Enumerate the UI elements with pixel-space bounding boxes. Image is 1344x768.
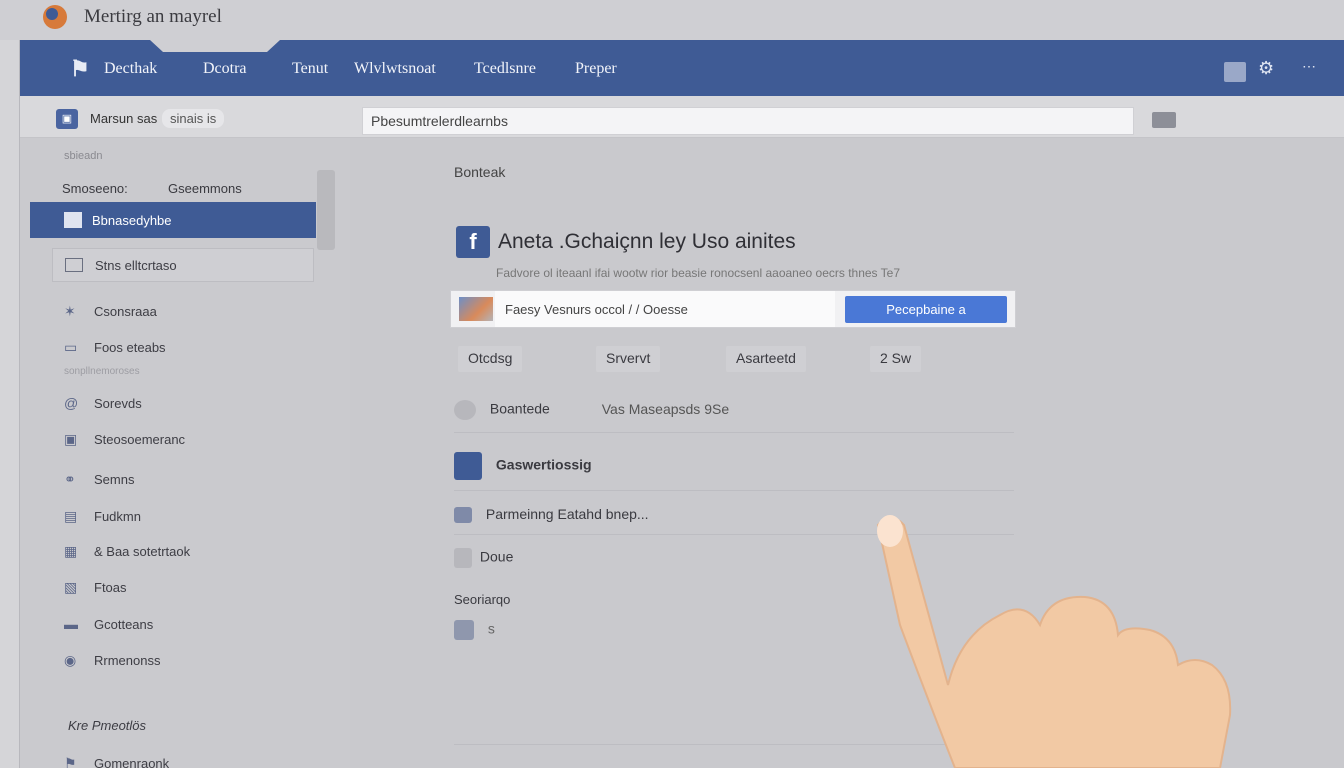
sub-toolbar: ▣ Marsun sas sinais is — [20, 96, 1344, 138]
sidebar: sbieadn Smoseeno: Gseemmons Bbnasedyhbe … — [20, 138, 350, 768]
sidebar-item-label: Stns elltcrtaso — [95, 258, 177, 273]
search-bar: Pecepbaine a — [450, 290, 1016, 328]
notifications-icon[interactable] — [1224, 62, 1246, 82]
list-item-label: Parmeinng Eatahd bnep... — [485, 506, 649, 522]
sidebar-item-5[interactable]: ▤ Fudkmn — [64, 505, 324, 529]
sidebar-item-label: Fudkmn — [94, 509, 141, 524]
breadcrumb[interactable]: Bonteak — [454, 164, 505, 180]
list-item-label: Doue — [479, 548, 514, 565]
list-item-0[interactable]: Boantede Vas Maseapsds 9Se — [454, 400, 729, 420]
nav-item-3[interactable]: Wlvlwtsnoat — [354, 60, 436, 78]
section-label: Seoriarqo — [454, 592, 511, 607]
list-icon: ▭ — [64, 339, 78, 355]
link-icon: ⚭ — [64, 471, 76, 487]
list-item-label: s — [487, 620, 495, 637]
sidebar-item-boxed[interactable]: Stns elltcrtaso — [52, 248, 314, 282]
sidebar-item-0[interactable]: ✶ Csonsraaa — [64, 300, 324, 324]
profile-label[interactable]: Marsun sas — [90, 111, 157, 126]
list-item-3[interactable]: Doue — [454, 548, 513, 568]
list-item-label: Gaswertiossig — [495, 456, 592, 473]
sidebar-separator: sonpllnemoroses — [64, 366, 140, 377]
globe-icon: ◉ — [64, 652, 77, 668]
list-item-2[interactable]: Parmeinng Eatahd bnep... — [454, 506, 649, 524]
page-title: Aneta .Gchaiçnn ley Uso ainites — [498, 230, 796, 253]
sidebar-item-active[interactable]: Bbnasedyhbe — [30, 202, 316, 238]
nav-item-2[interactable]: Tenut — [292, 60, 328, 78]
sidebar-item-label: Gomenraonk — [94, 756, 170, 768]
user-icon — [454, 400, 476, 420]
window-icon — [65, 258, 83, 272]
filter-pill-3[interactable]: 2 Sw — [870, 346, 922, 372]
sidebar-item-9[interactable]: ◉ Rrmenonss — [64, 649, 324, 673]
sidebar-item-8[interactable]: ▬ Gcotteans — [64, 613, 324, 637]
sidebar-item-6[interactable]: ▦ & Baa sotetrtaok — [64, 540, 324, 564]
sidebar-item-label: Gcotteans — [94, 617, 154, 632]
sidebar-item-label: Rrmenonss — [94, 653, 161, 668]
sidebar-item-label: Csonsraaa — [94, 304, 157, 319]
address-input[interactable] — [362, 107, 1134, 135]
sidebar-item-4[interactable]: ⚭ Semns — [64, 468, 324, 492]
sidebar-item-label: Sorevds — [94, 396, 142, 411]
sidebar-item-label: Ftoas — [94, 580, 127, 595]
list-item-1[interactable]: Gaswertiossig — [454, 452, 592, 480]
sidebar-item-label: Foos eteabs — [94, 340, 166, 355]
sidebar-item-3[interactable]: ▣ Steosoemeranc — [64, 428, 324, 452]
group-icon — [454, 452, 482, 480]
sidebar-footer-item[interactable]: ⚑ Gomenraonk — [64, 752, 324, 768]
grid-icon: ▦ — [64, 543, 78, 559]
sidebar-item-1[interactable]: ▭ Foos eteabs — [64, 336, 324, 360]
list-item-extra: Vas Maseapsds 9Se — [601, 400, 730, 417]
sidebar-footer-label: Kre Pmeotlös — [68, 718, 147, 733]
left-window-edge — [0, 40, 20, 768]
filter-pill-1[interactable]: Srvervt — [596, 346, 661, 372]
nav-item-1[interactable]: Dcotra — [203, 60, 247, 78]
page-description: Fadvore ol iteaanl ifai wootw rior beasi… — [496, 266, 901, 280]
search-input[interactable] — [495, 291, 835, 327]
photo-icon — [454, 620, 474, 640]
flag-icon: ⚑ — [64, 755, 77, 768]
nav-logo-icon[interactable]: ⚑ — [70, 56, 90, 82]
profile-icon[interactable]: ▣ — [56, 109, 78, 129]
image-icon: ▤ — [64, 508, 78, 524]
screen-icon[interactable] — [1152, 112, 1176, 128]
sidebar-item-label: Steosoemeranc — [94, 432, 186, 447]
nav-item-4[interactable]: Tcedlsnre — [474, 60, 536, 78]
app-logo-icon — [43, 5, 67, 29]
more-icon[interactable]: ⋯ — [1302, 58, 1316, 75]
filter-pill-2[interactable]: Asarteetd — [726, 346, 806, 372]
sidebar-header-right[interactable]: Gseemmons — [168, 181, 242, 196]
nav-item-0[interactable]: Decthak — [104, 60, 157, 78]
window-title: Mertirg an mayrel — [84, 6, 222, 27]
thumbnail-icon — [459, 297, 493, 321]
sidebar-item-label: Bbnasedyhbe — [92, 213, 172, 228]
sidebar-header-left[interactable]: Smoseeno: — [62, 181, 128, 196]
settings-icon[interactable]: ⚙ — [1258, 58, 1274, 79]
nav-item-5[interactable]: Preper — [575, 60, 617, 78]
at-icon: @ — [64, 395, 79, 411]
sidebar-scrollbar[interactable] — [317, 170, 335, 250]
filter-pill-0[interactable]: Otcdsg — [458, 346, 523, 372]
sidebar-item-label: & Baa sotetrtaok — [94, 544, 191, 559]
list-item-label: Boantede — [489, 400, 550, 417]
sidebar-item-2[interactable]: @ Sorevds — [64, 392, 324, 416]
sidebar-item-7[interactable]: ▧ Ftoas — [64, 576, 324, 600]
card-icon: ▬ — [64, 616, 78, 632]
page-icon — [64, 212, 82, 228]
profile-badge: sinais is — [162, 109, 225, 128]
divider — [454, 432, 1014, 433]
document-icon — [454, 548, 472, 568]
sidebar-caption: sbieadn — [64, 150, 103, 162]
list-item-4[interactable]: s — [454, 620, 495, 640]
divider — [454, 490, 1014, 491]
facebook-icon: f — [456, 226, 490, 258]
tab-notch — [150, 40, 280, 52]
star-icon: ✶ — [64, 303, 76, 319]
window-titlebar: Mertirg an mayrel — [0, 0, 1344, 40]
photo-icon: ▧ — [64, 579, 78, 595]
image-icon — [454, 507, 472, 524]
pointing-hand-icon — [876, 515, 1232, 768]
square-icon: ▣ — [64, 431, 78, 447]
sidebar-item-label: Semns — [94, 472, 135, 487]
search-button[interactable]: Pecepbaine a — [845, 296, 1007, 323]
